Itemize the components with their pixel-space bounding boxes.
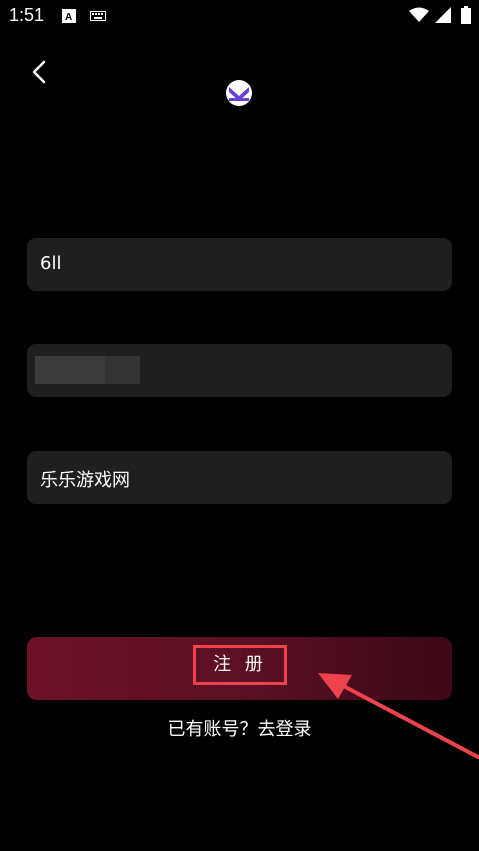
- status-bar: 1:51 A: [0, 0, 479, 32]
- app-logo-icon: [229, 87, 249, 101]
- annotation-arrow-icon: [318, 673, 479, 759]
- username-field[interactable]: 6ll: [27, 238, 452, 291]
- username-value: 6ll: [40, 253, 62, 274]
- status-time: 1:51: [9, 5, 45, 25]
- masked-content: [105, 356, 140, 384]
- invite-code-field[interactable]: 乐乐游戏网: [27, 451, 452, 504]
- password-field[interactable]: [27, 344, 452, 397]
- masked-content: [35, 356, 105, 384]
- signal-icon: [435, 7, 451, 23]
- back-button[interactable]: [26, 56, 56, 88]
- register-button-label: 注 册: [193, 645, 287, 685]
- keyboard-icon: [90, 11, 106, 21]
- a-notification-icon: A: [62, 9, 76, 23]
- svg-text:A: A: [65, 12, 72, 23]
- back-arrow-icon: [32, 60, 46, 84]
- battery-icon: [461, 6, 471, 24]
- invite-code-value: 乐乐游戏网: [40, 470, 130, 491]
- app-logo: [226, 80, 252, 106]
- wifi-icon: [409, 7, 429, 22]
